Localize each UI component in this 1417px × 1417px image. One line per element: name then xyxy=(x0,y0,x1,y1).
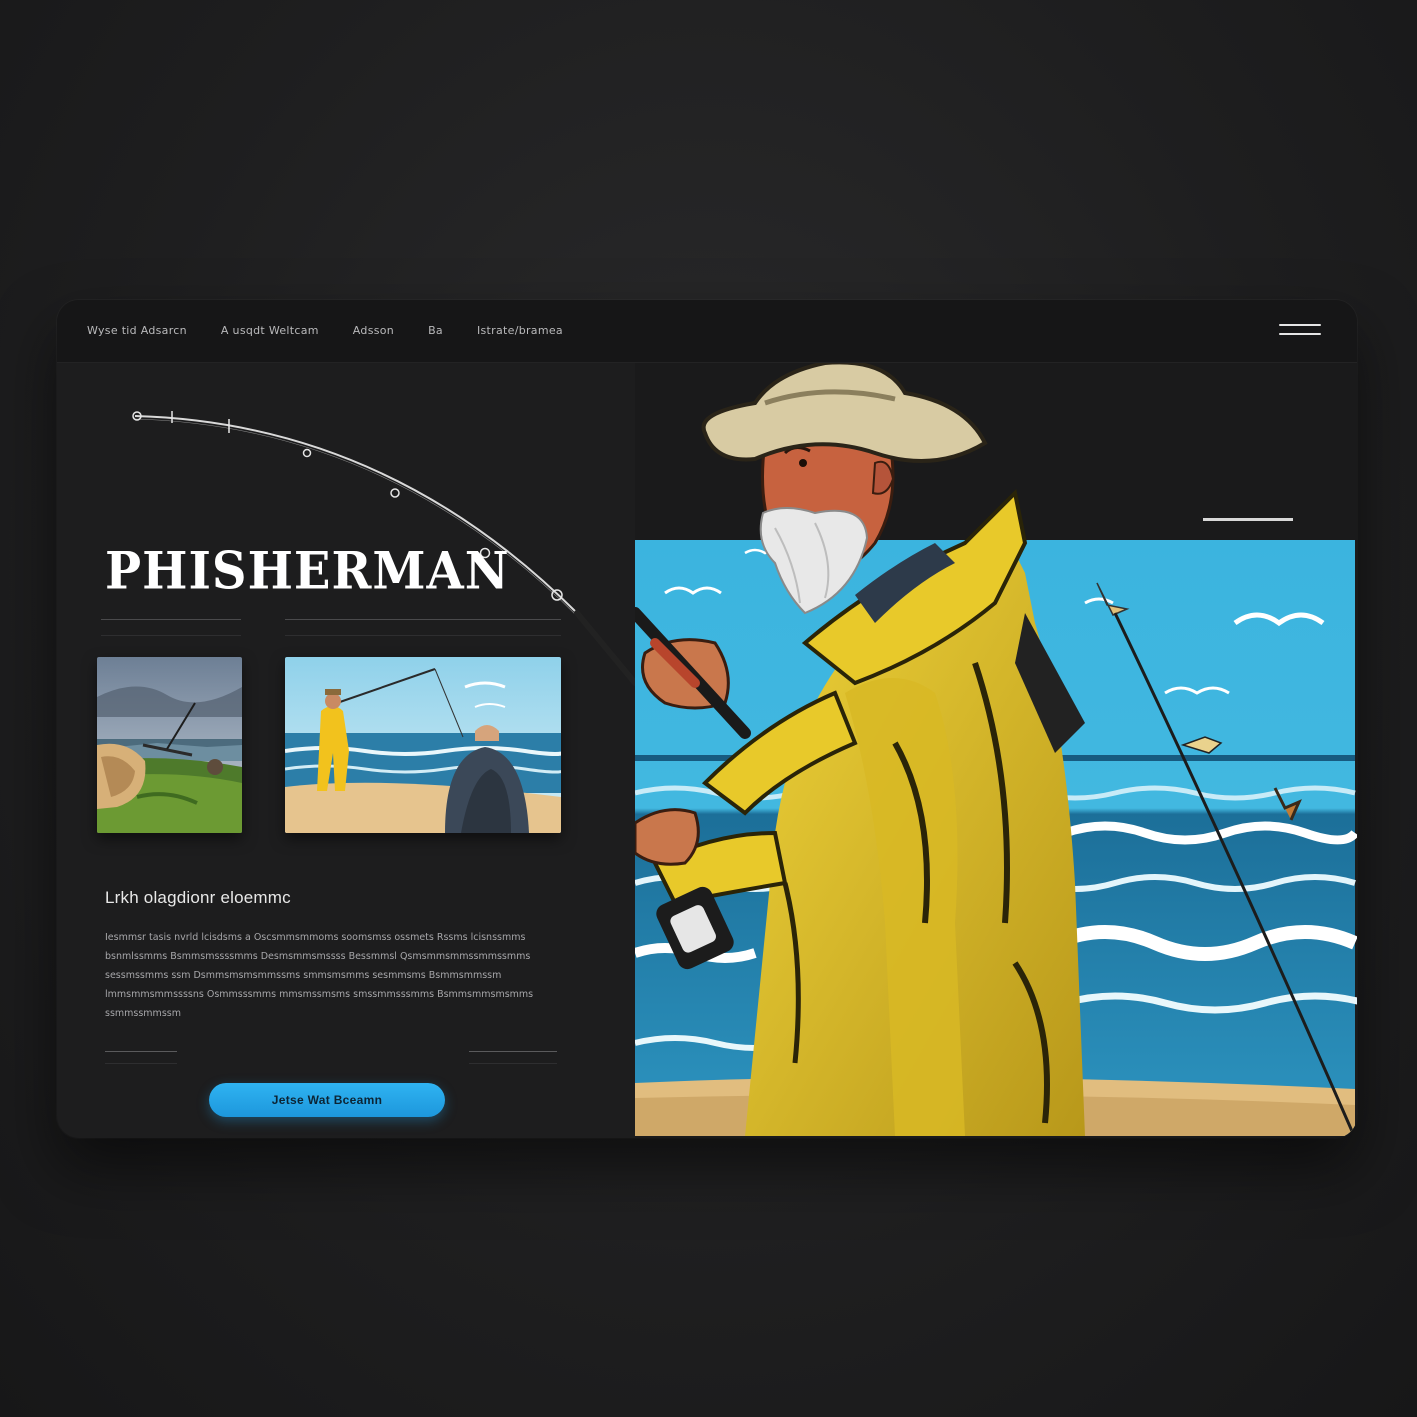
nav-link-2[interactable]: A usqdt Weltcam xyxy=(221,324,319,337)
gallery-thumbnail-shore[interactable] xyxy=(285,657,561,833)
meta-rule-left-secondary xyxy=(105,1063,177,1064)
nav-link-4[interactable]: Ba xyxy=(428,324,443,337)
nav-link-3[interactable]: Adsson xyxy=(353,324,394,337)
divider-left-secondary xyxy=(101,635,241,636)
meta-rule-right xyxy=(469,1051,557,1052)
section-body-text: Iesmmsr tasis nvrld lcisdsms a Oscsmmsmm… xyxy=(105,932,534,1019)
brand-title: PHISHERMAN xyxy=(105,540,510,602)
meta-rule-right-secondary xyxy=(469,1063,557,1064)
shore-fishermen-image xyxy=(285,657,561,833)
nav-link-5[interactable]: Istrate/bramea xyxy=(477,324,563,337)
divider-right xyxy=(285,619,561,620)
divider-right-secondary xyxy=(285,635,561,636)
primary-cta-button[interactable]: Jetse Wat Bceamn xyxy=(209,1083,445,1117)
section-subheading: Lrkh olagdionr eloemmc xyxy=(105,888,291,907)
main-navigation: Wyse tid Adsarcn A usqdt Weltcam Adsson … xyxy=(87,324,597,337)
nav-link-1[interactable]: Wyse tid Adsarcn xyxy=(87,324,187,337)
divider-left xyxy=(101,619,241,620)
coast-landscape-image xyxy=(97,657,242,833)
hamburger-line-top xyxy=(1279,324,1321,326)
top-nav-bar: Wyse tid Adsarcn A usqdt Weltcam Adsson … xyxy=(57,300,1357,363)
hamburger-line-bottom xyxy=(1279,333,1321,335)
meta-rule-left xyxy=(105,1051,177,1052)
hamburger-menu-icon[interactable] xyxy=(1279,322,1321,338)
gallery-thumbnail-coast[interactable] xyxy=(97,657,242,833)
hero-illustration-panel xyxy=(635,363,1357,1138)
hero-left-panel: PHISHERMAN Lrkh olagdionr eloemmc Iesmms… xyxy=(57,363,635,1138)
fisherman-illustration xyxy=(635,363,1357,1138)
app-window: Wyse tid Adsarcn A usqdt Weltcam Adsson … xyxy=(57,300,1357,1138)
